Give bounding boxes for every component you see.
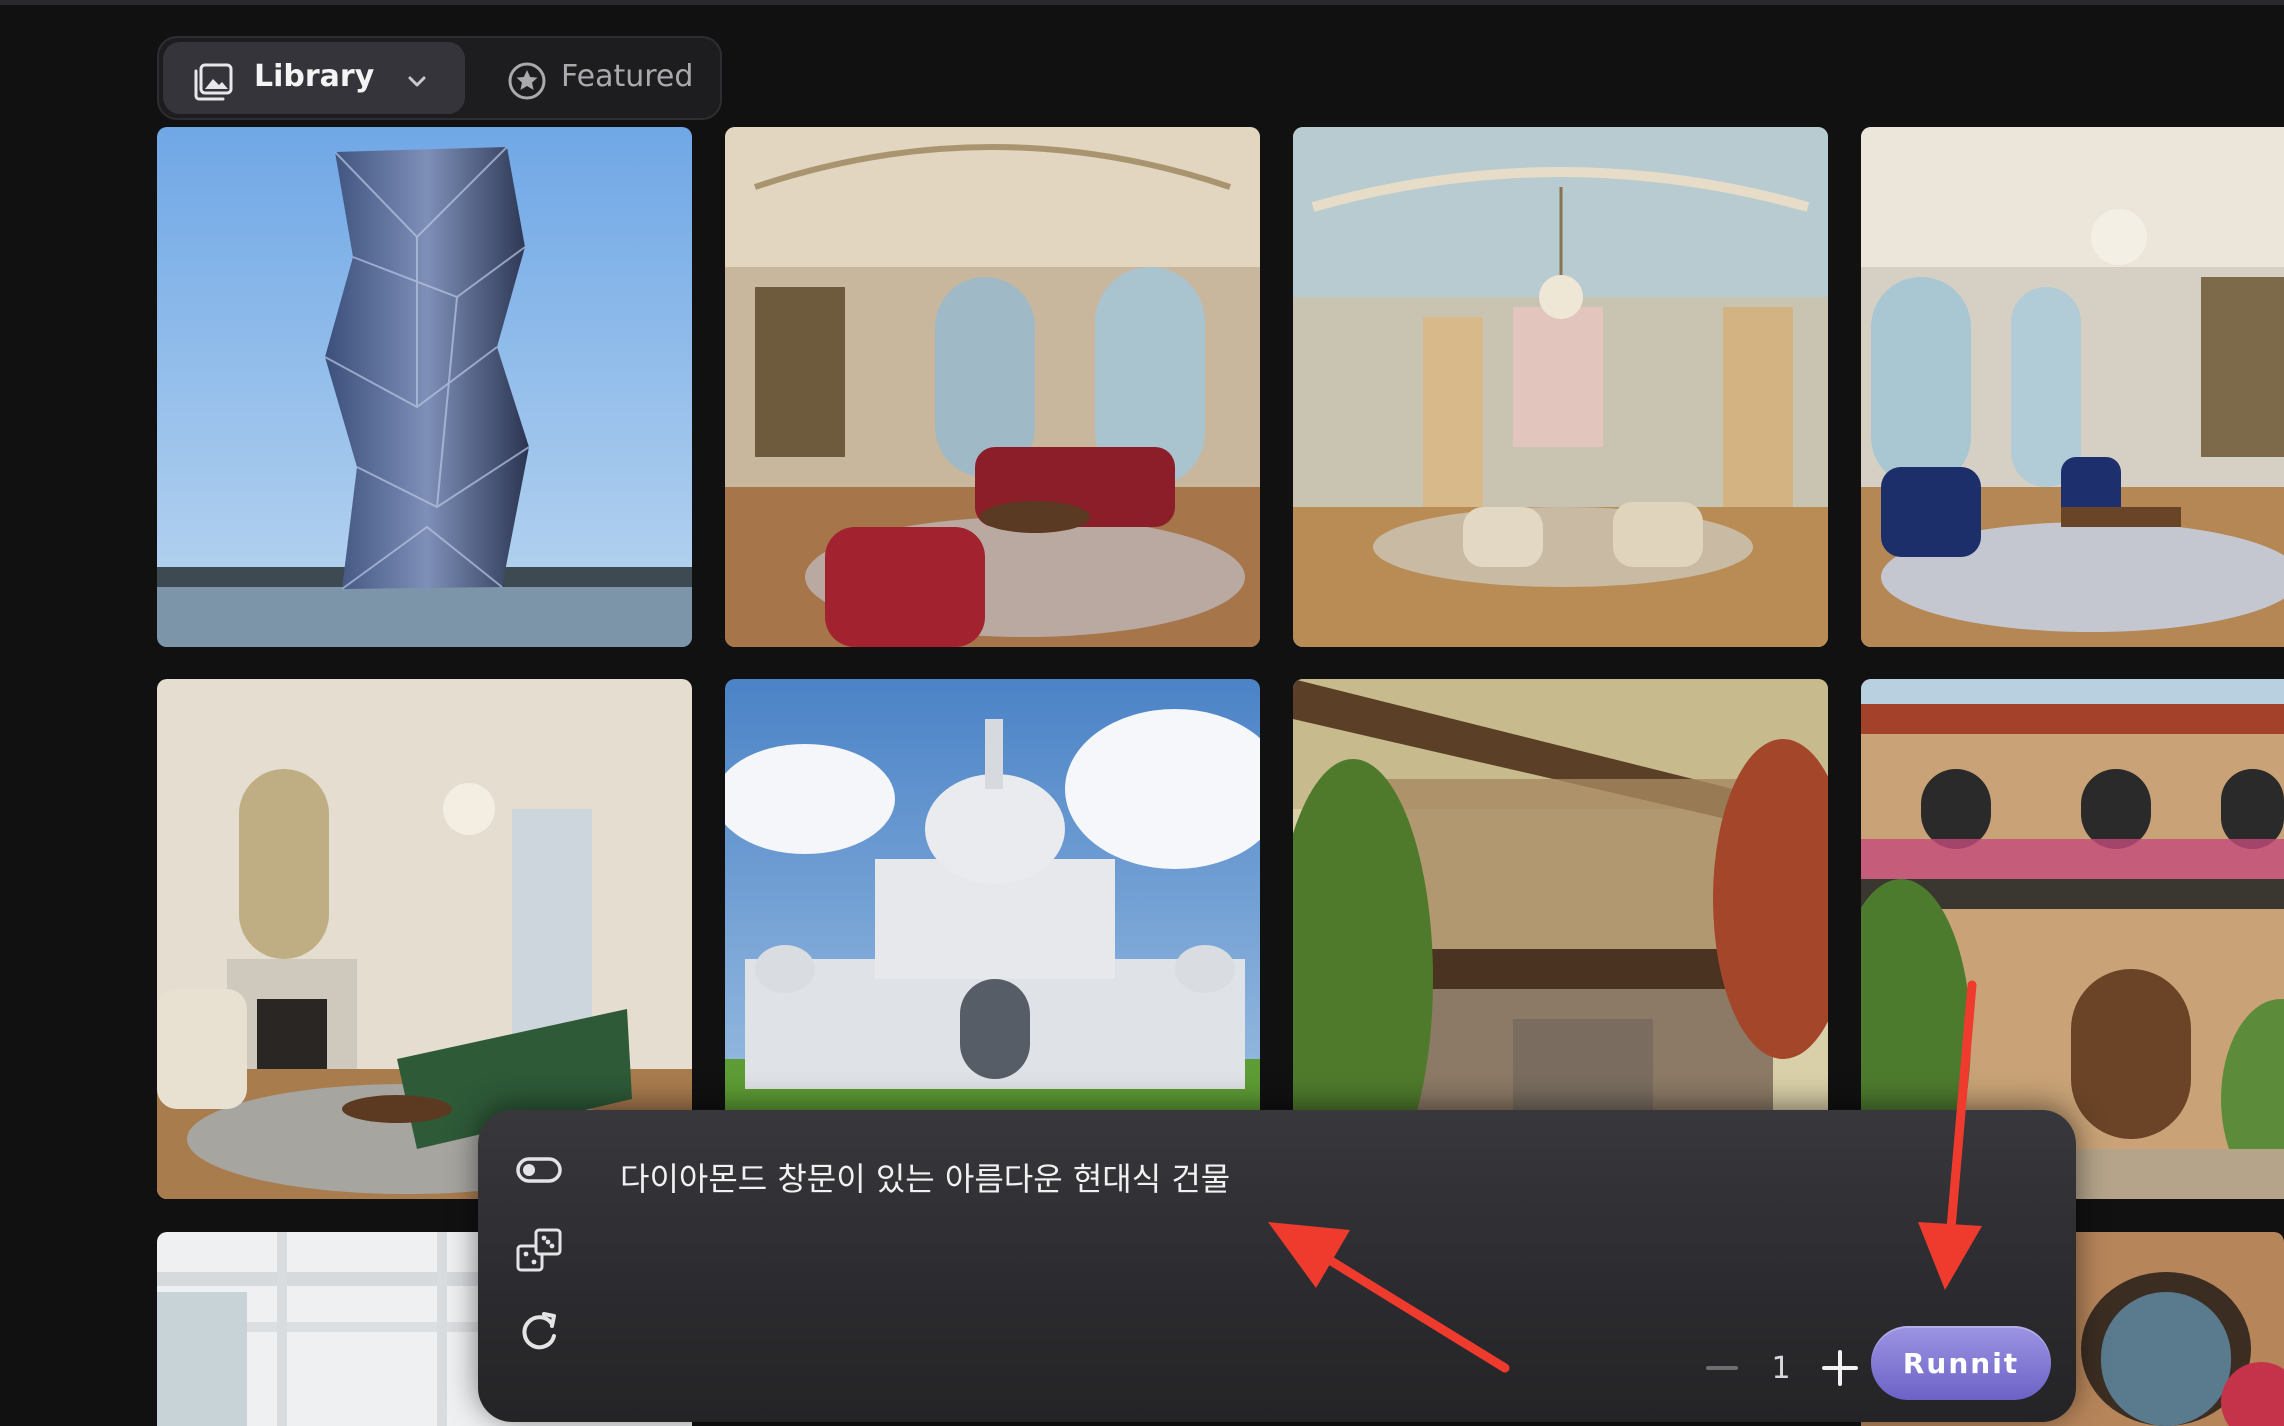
toggle-icon (516, 1157, 562, 1183)
reset-button[interactable] (514, 1306, 564, 1356)
tab-library-label: Library (254, 59, 375, 94)
prompt-input[interactable]: 다이아몬드 창문이 있는 아름다운 현대식 건물 (620, 1154, 1920, 1200)
star-circle-icon (508, 62, 546, 100)
view-switcher: Library Featured (157, 36, 722, 120)
quantity-stepper: 1 (1700, 1338, 1862, 1398)
tab-library[interactable]: Library (163, 42, 465, 114)
blue-salon-image (1861, 127, 2284, 647)
red-salon-image (725, 127, 1260, 647)
chevron-down-icon[interactable] (403, 68, 431, 96)
run-button[interactable]: Runnit (1871, 1326, 2051, 1400)
pastel-salon-image (1293, 127, 1828, 647)
quantity-value: 1 (1771, 1350, 1791, 1386)
refresh-icon (522, 1312, 556, 1350)
mode-toggle-button[interactable] (514, 1145, 564, 1195)
dice-icon (516, 1228, 562, 1272)
tab-featured-label: Featured (561, 59, 694, 94)
glass-tower-image (157, 127, 692, 647)
increment-button[interactable] (1818, 1346, 1862, 1390)
random-prompt-button[interactable] (514, 1226, 564, 1276)
tab-featured[interactable]: Featured (489, 42, 717, 114)
prompt-panel: 다이아몬드 창문이 있는 아름다운 현대식 건물 1 Runnit (478, 1110, 2076, 1422)
image-tile-parisian-salon-blue[interactable] (1861, 127, 2284, 647)
decrement-button[interactable] (1700, 1346, 1744, 1390)
gallery-icon (194, 63, 233, 101)
image-tile-glass-tower[interactable] (157, 127, 692, 647)
image-tile-parisian-salon-pastel[interactable] (1293, 127, 1828, 647)
image-tile-parisian-salon-red[interactable] (725, 127, 1260, 647)
top-border (0, 0, 2284, 5)
